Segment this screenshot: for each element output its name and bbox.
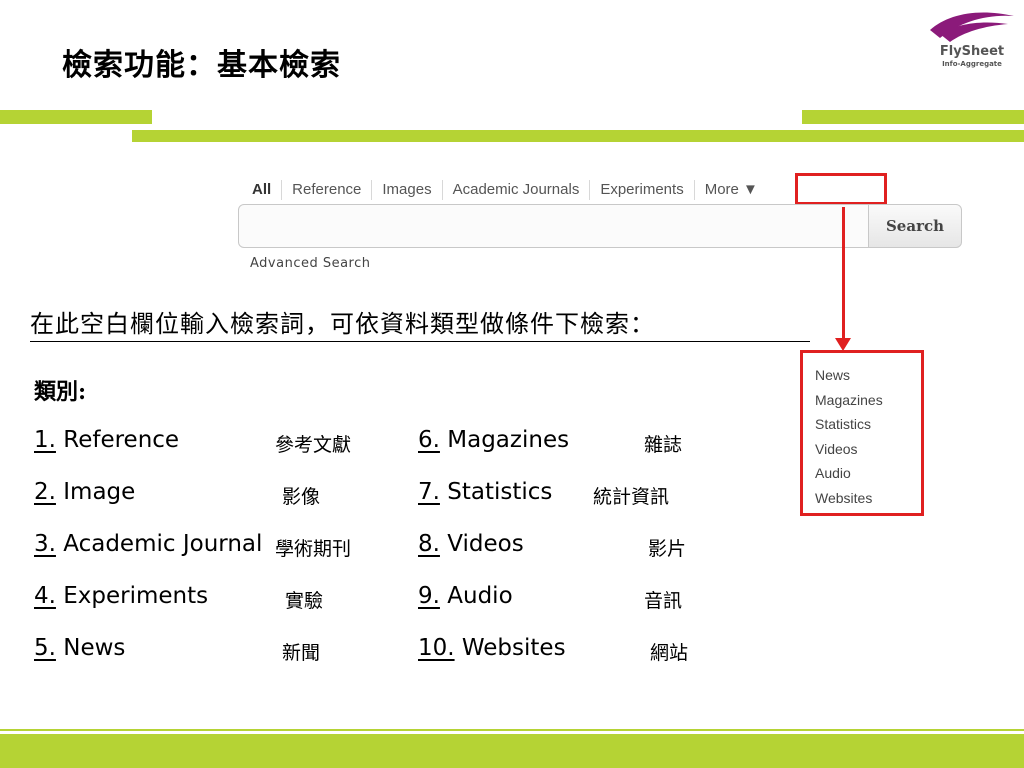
logo-tagline: Info-Aggregate <box>942 60 1002 68</box>
category-label: Reference <box>63 427 180 453</box>
category-number: 6. <box>418 427 440 453</box>
category-item: 1. Reference <box>34 427 179 453</box>
category-label-zh: 新聞 <box>282 642 321 664</box>
tab-images[interactable]: Images <box>372 180 443 200</box>
bottom-band <box>0 734 1024 768</box>
dropdown-item-websites[interactable]: Websites <box>815 486 883 511</box>
category-label-zh: 影片 <box>648 538 687 560</box>
category-label: News <box>63 635 126 661</box>
tab-more[interactable]: More ▼ <box>695 180 768 200</box>
category-number: 10. <box>418 635 455 661</box>
dropdown-item-magazines[interactable]: Magazines <box>815 388 883 413</box>
dropdown-item-audio[interactable]: Audio <box>815 461 883 486</box>
slide-title: 檢索功能：基本檢索 <box>62 48 341 83</box>
category-label: Magazines <box>447 427 570 453</box>
connector-line <box>842 207 845 340</box>
category-item: 4. Experiments <box>34 583 208 609</box>
category-item: 3. Academic Journal <box>34 531 262 557</box>
category-label-zh: 參考文獻 <box>275 434 352 456</box>
category-label: Experiments <box>63 583 209 609</box>
category-label-zh: 網站 <box>650 642 689 664</box>
search-tabs: All Reference Images Academic Journals E… <box>236 180 768 202</box>
dropdown-item-videos[interactable]: Videos <box>815 437 883 462</box>
category-label: Academic Journal <box>63 531 263 557</box>
category-label-zh: 學術期刊 <box>275 538 352 560</box>
dropdown-item-news[interactable]: News <box>815 363 883 388</box>
category-number: 4. <box>34 583 56 609</box>
category-label: Audio <box>447 583 513 609</box>
categories-heading: 類別: <box>34 379 87 405</box>
category-label: Videos <box>447 531 524 557</box>
category-label-zh: 統計資訊 <box>593 486 670 508</box>
more-highlight-box <box>795 173 887 205</box>
category-label-zh: 音訊 <box>644 590 683 612</box>
category-number: 9. <box>418 583 440 609</box>
instruction-text: 在此空白欄位輸入檢索詞，可依資料類型做條件下檢索： <box>30 304 810 342</box>
category-item: 6. Magazines <box>418 427 569 453</box>
tab-experiments[interactable]: Experiments <box>590 180 695 200</box>
top-band-right <box>802 110 1024 124</box>
more-dropdown-list: News Magazines Statistics Videos Audio W… <box>815 363 883 510</box>
advanced-search-link[interactable]: Advanced Search <box>250 256 371 271</box>
category-number: 1. <box>34 427 56 453</box>
top-band-long <box>132 130 1024 142</box>
category-label: Websites <box>461 635 566 661</box>
category-label-zh: 影像 <box>282 486 321 508</box>
category-item: 10. Websites <box>418 635 566 661</box>
category-label: Statistics <box>447 479 553 505</box>
tab-all[interactable]: All <box>236 180 283 200</box>
search-button[interactable]: Search <box>868 204 962 248</box>
category-item: 2. Image <box>34 479 135 505</box>
logo-swoosh-icon <box>930 12 1014 42</box>
tab-academic-journals[interactable]: Academic Journals <box>443 180 591 200</box>
flysheet-logo: FlySheet Info-Aggregate <box>926 10 1018 70</box>
more-dropdown: News Magazines Statistics Videos Audio W… <box>800 350 924 516</box>
search-widget: All Reference Images Academic Journals E… <box>236 172 964 282</box>
dropdown-item-statistics[interactable]: Statistics <box>815 412 883 437</box>
category-number: 7. <box>418 479 440 505</box>
category-number: 2. <box>34 479 56 505</box>
category-item: 8. Videos <box>418 531 524 557</box>
category-number: 8. <box>418 531 440 557</box>
category-number: 3. <box>34 531 56 557</box>
logo-name: FlySheet <box>939 44 1005 59</box>
category-label-zh: 雜誌 <box>644 434 683 456</box>
category-label-zh: 實驗 <box>285 590 324 612</box>
top-band-left <box>0 110 152 124</box>
category-label: Image <box>63 479 136 505</box>
search-input[interactable] <box>238 204 870 248</box>
bottom-band-line <box>0 729 1024 731</box>
category-number: 5. <box>34 635 56 661</box>
category-item: 9. Audio <box>418 583 513 609</box>
category-item: 5. News <box>34 635 125 661</box>
tab-reference[interactable]: Reference <box>282 180 373 200</box>
category-item: 7. Statistics <box>418 479 552 505</box>
